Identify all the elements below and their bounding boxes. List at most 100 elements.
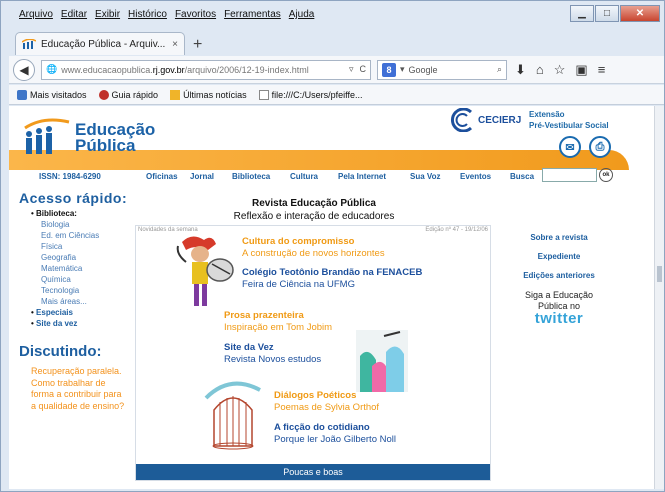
sidebar: Acesso rápido: • Biblioteca: Biologia Ed… [19,190,139,412]
nav-busca-label: Busca [510,172,535,181]
email-icon[interactable]: ✉ [559,136,581,158]
acesso-rapido-title: Acesso rápido: [19,190,128,206]
rss-folder-icon [170,89,181,100]
browser-window: Arquivo Editar Exibir Histórico Favorito… [0,0,665,492]
page-icon [258,89,269,100]
sidebar-item-ed-ciencias[interactable]: Ed. em Ciências [31,230,139,241]
dropdown-icon[interactable]: ▿ [349,64,354,75]
nav-biblioteca[interactable]: Biblioteca [232,172,290,181]
search-box[interactable]: 8 ▾ Google ⌕ [377,59,507,80]
cecierj-icon [451,108,473,132]
link-edicoes-anteriores[interactable]: Edições anteriores [504,271,614,280]
home-icon[interactable]: ⌂ [536,62,544,78]
nav-sua-voz[interactable]: Sua Voz [410,172,460,181]
bookmarks-bar: Mais visitados Guia rápido Últimas notíc… [9,85,664,105]
abstract-illustration [356,330,408,392]
maximize-button[interactable]: □ [595,5,619,22]
close-window-button[interactable]: ✕ [620,5,660,22]
tab-strip: Educação Pública - Arquiv... × + [15,31,202,55]
story-cultura[interactable]: Cultura do compromisso A construção de n… [242,236,385,260]
sidebar-item-matematica[interactable]: Matemática [31,263,139,274]
edicao-label: Edição nº 47 - 19/12/06 [425,227,488,233]
top-navigation: Oficinas Jornal Biblioteca Cultura Pela … [146,172,540,181]
busca-go-button[interactable]: ok [599,168,613,182]
bookmark-guia-rapido[interactable]: Guia rápido [98,89,158,100]
story-site-da-vez[interactable]: Site da Vez Revista Novos estudos [224,342,321,366]
bookmark-file[interactable]: file:///C:/Users/pfeiffe... [258,89,362,100]
sidebar-item-tecnologia[interactable]: Tecnologia [31,285,139,296]
menu-exibir[interactable]: Exibir [91,9,124,25]
menu-favoritos[interactable]: Favoritos [171,9,220,25]
menu-arquivo[interactable]: Arquivo [15,9,57,25]
bookmark-star-icon[interactable]: ☆ [554,62,566,78]
sidebar-item-biologia[interactable]: Biologia [31,219,139,230]
story-ficcao[interactable]: A ficção do cotidiano Porque ler João Gi… [274,422,396,446]
drummer-illustration [176,236,234,306]
menu-ferramentas[interactable]: Ferramentas [220,9,285,25]
link-sobre-revista[interactable]: Sobre a revista [504,233,614,242]
extensao-links[interactable]: Extensão Pré-Vestibular Social [529,109,609,131]
tab-educacao-publica[interactable]: Educação Pública - Arquiv... × [15,32,185,55]
search-icon[interactable]: ⌕ [497,64,502,75]
nav-cultura[interactable]: Cultura [290,172,338,181]
sidebar-item-mais-areas[interactable]: Mais áreas... [31,296,139,307]
sidebar-item-fisica[interactable]: Física [31,241,139,252]
reload-icon[interactable]: C [360,64,367,75]
nav-jornal[interactable]: Jornal [190,172,232,181]
sidebar-site-da-vez[interactable]: Site da vez [36,319,77,328]
poucas-e-boas-bar[interactable]: Poucas e boas [136,464,490,480]
bookmarks-menu-icon[interactable]: ▣ [575,62,587,78]
sidebar-item-quimica[interactable]: Química [31,274,139,285]
menu-icon[interactable]: ≡ [598,62,606,78]
print-icon[interactable]: ⎙ [589,136,611,158]
vertical-scrollbar[interactable] [654,106,664,489]
download-icon[interactable]: ⬇ [515,62,526,78]
url-text: www.educacaopublica.rj.gov.br/arquivo/20… [61,64,309,75]
menu-editar[interactable]: Editar [57,9,91,25]
cecierj-logo[interactable]: CECIERJ [445,108,521,132]
scrollbar-thumb[interactable] [657,266,662,282]
twitter-link[interactable]: twitter [504,311,614,326]
back-arrow-icon: ◀ [19,62,29,77]
birdcage-illustration [204,381,261,450]
menu-bar: Arquivo Editar Exibir Histórico Favorito… [15,9,318,25]
google-icon[interactable]: 8 [382,62,396,77]
nav-pela-internet[interactable]: Pela Internet [338,172,410,181]
educacao-publica-logo[interactable]: Educação Pública [23,114,155,154]
site-favicon-icon [22,39,36,49]
back-button[interactable]: ◀ [13,58,35,81]
revista-heading: Revista Educação Pública Reflexão e inte… [139,197,489,223]
new-tab-button[interactable]: + [193,35,202,55]
story-prosa[interactable]: Prosa prazenteira Inspiração em Tom Jobi… [224,310,332,334]
globe-icon: 🌐 [46,64,58,74]
revista-title: Revista Educação Pública [252,198,376,209]
sidebar-biblioteca[interactable]: Biblioteca: [36,209,77,218]
menu-historico[interactable]: Histórico [124,9,171,25]
link-expediente[interactable]: Expediente [504,252,614,261]
right-column: Sobre a revista Expediente Edições anter… [504,233,614,326]
navigation-bar: ◀ 🌐 www.educacaopublica.rj.gov.br/arquiv… [9,56,664,84]
minimize-button[interactable]: ▁ [570,5,594,22]
siga-text: Siga a Educação Pública no [524,290,594,311]
story-colegio[interactable]: Colégio Teotônio Brandão na FENACEB Feir… [242,267,422,291]
tab-close-icon[interactable]: × [172,39,178,50]
bookmark-ultimas-noticias[interactable]: Últimas notícias [170,89,247,100]
menu-ajuda[interactable]: Ajuda [285,9,319,25]
sidebar-item-geografia[interactable]: Geografia [31,252,139,263]
site-header: Educação Pública CECIERJ Extensão Pré-Ves… [9,106,656,170]
busca-input[interactable] [542,168,597,182]
revista-subtitle: Reflexão e interação de educadores [233,211,395,222]
discutindo-link[interactable]: Recuperação paralela. Como trabalhar de … [31,366,127,412]
nav-oficinas[interactable]: Oficinas [146,172,190,181]
window-controls: ▁ □ ✕ [570,5,660,22]
nav-eventos[interactable]: Eventos [460,172,510,181]
page-viewport: Educação Pública CECIERJ Extensão Pré-Ves… [9,106,656,489]
story-dialogos[interactable]: Diálogos Poéticos Poemas de Sylvia Ortho… [274,390,379,414]
acesso-rapido-list: • Biblioteca: Biologia Ed. em Ciências F… [19,208,139,329]
issn-label: ISSN: 1984-6290 [39,172,101,181]
bookmark-mais-visitados[interactable]: Mais visitados [17,89,87,100]
firefox-icon [17,89,27,100]
sidebar-especiais[interactable]: Especiais [36,308,73,317]
search-dropdown-icon[interactable]: ▾ [400,64,405,75]
address-bar[interactable]: 🌐 www.educacaopublica.rj.gov.br/arquivo/… [41,59,371,80]
